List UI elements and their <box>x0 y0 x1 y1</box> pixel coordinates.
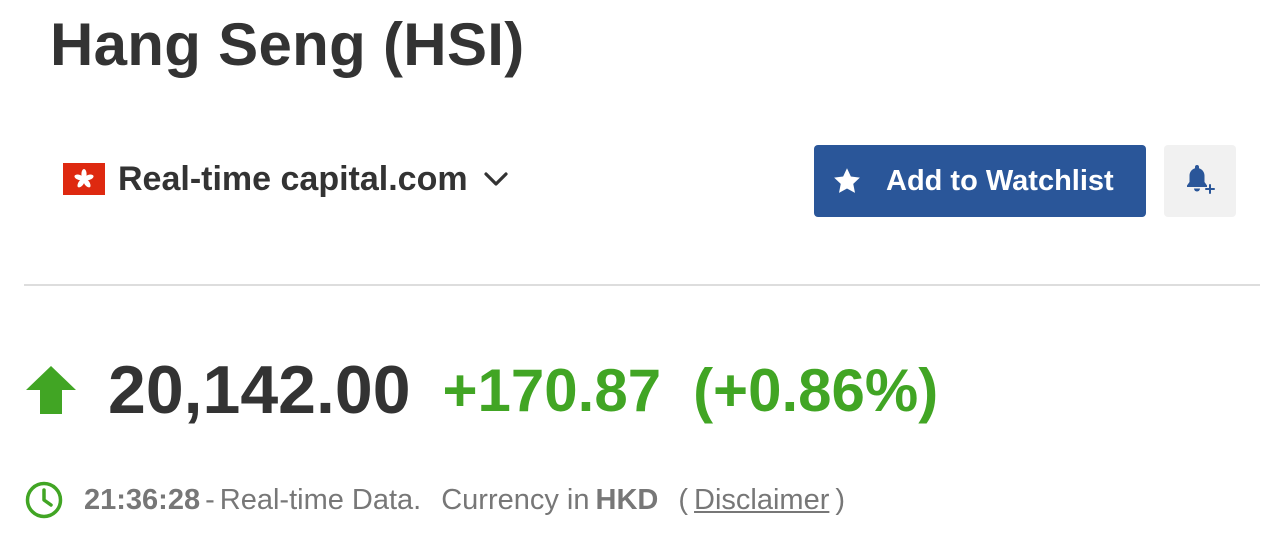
quote-time: 21:36:28 <box>84 483 201 516</box>
price-quote: 20,142.00 +170.87 (+0.86%) <box>24 350 938 430</box>
chevron-down-icon <box>482 169 510 189</box>
hong-kong-flag-icon <box>63 163 105 195</box>
data-source-dropdown[interactable]: Real-time capital.com <box>63 157 510 201</box>
page-title: Hang Seng (HSI) <box>50 11 525 78</box>
last-price: 20,142.00 <box>108 352 411 428</box>
price-change-percent: (+0.86%) <box>693 356 939 424</box>
data-source-label: Real-time capital.com <box>118 159 468 198</box>
close-paren: ) <box>835 483 846 516</box>
disclaimer-link[interactable]: Disclaimer <box>694 484 829 517</box>
add-to-watchlist-label: Add to Watchlist <box>886 164 1114 197</box>
info-separator: - <box>205 483 215 516</box>
star-icon <box>832 166 862 196</box>
add-to-watchlist-button[interactable]: Add to Watchlist <box>814 145 1146 217</box>
data-type-label: Real-time Data. <box>219 483 422 516</box>
currency-code: HKD <box>595 483 659 516</box>
up-arrow-icon <box>24 364 78 416</box>
divider <box>24 284 1260 286</box>
open-paren: ( <box>678 483 689 516</box>
bell-plus-icon <box>1183 162 1217 201</box>
price-change: +170.87 <box>442 356 662 424</box>
quote-info: 21:36:28 - Real-time Data. Currency in H… <box>24 478 845 522</box>
create-alert-button[interactable] <box>1164 145 1236 217</box>
clock-icon <box>24 480 64 520</box>
currency-label: Currency in <box>441 483 590 516</box>
